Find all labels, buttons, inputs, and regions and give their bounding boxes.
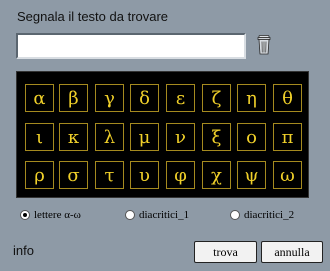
key-xi[interactable]: ξ	[202, 123, 231, 151]
key-epsilon[interactable]: ε	[166, 84, 195, 112]
radio-dot[interactable]	[125, 210, 135, 220]
key-rho[interactable]: ρ	[25, 161, 54, 189]
key-mu[interactable]: μ	[130, 123, 159, 151]
key-alpha[interactable]: α	[25, 84, 54, 112]
key-phi[interactable]: φ	[166, 161, 195, 189]
radio-dot-selected[interactable]	[20, 210, 30, 220]
key-tau[interactable]: τ	[95, 161, 124, 189]
key-beta[interactable]: β	[59, 84, 88, 112]
radio-diacritics-1-label: diacritici_1	[139, 209, 190, 221]
key-iota[interactable]: ι	[25, 123, 54, 151]
keyboard-mode-radios: lettere α-ω diacritici_1 diacritici_2	[0, 209, 330, 225]
key-zeta[interactable]: ζ	[202, 84, 231, 112]
key-psi[interactable]: ψ	[237, 161, 266, 189]
trash-icon[interactable]	[256, 35, 272, 55]
key-sigma[interactable]: σ	[59, 161, 88, 189]
radio-diacritics-1[interactable]: diacritici_1	[125, 209, 189, 221]
key-pi[interactable]: π	[273, 123, 302, 151]
key-gamma[interactable]: γ	[95, 84, 124, 112]
search-input[interactable]	[16, 33, 246, 59]
key-chi[interactable]: χ	[202, 161, 231, 189]
radio-dot[interactable]	[230, 210, 240, 220]
key-lambda[interactable]: λ	[95, 123, 124, 151]
search-prompt-label: Segnala il testo da trovare	[17, 9, 169, 24]
key-nu[interactable]: ν	[166, 123, 195, 151]
key-eta[interactable]: η	[237, 84, 266, 112]
key-omega[interactable]: ω	[273, 161, 302, 189]
cancel-button[interactable]: annulla	[261, 241, 323, 263]
key-kappa[interactable]: κ	[59, 123, 88, 151]
key-delta[interactable]: δ	[130, 84, 159, 112]
key-omicron[interactable]: ο	[237, 123, 266, 151]
find-button[interactable]: trova	[194, 241, 257, 263]
key-theta[interactable]: θ	[273, 84, 302, 112]
radio-diacritics-2[interactable]: diacritici_2	[230, 209, 294, 221]
radio-letters-label: lettere α-ω	[34, 209, 81, 221]
info-link[interactable]: info	[13, 243, 34, 258]
radio-diacritics-2-label: diacritici_2	[244, 209, 295, 221]
radio-letters[interactable]: lettere α-ω	[20, 209, 81, 221]
key-upsilon[interactable]: υ	[130, 161, 159, 189]
greek-keyboard: α β γ δ ε ζ η θ ι κ λ μ ν ξ ο π ρ σ τ υ …	[16, 71, 309, 198]
